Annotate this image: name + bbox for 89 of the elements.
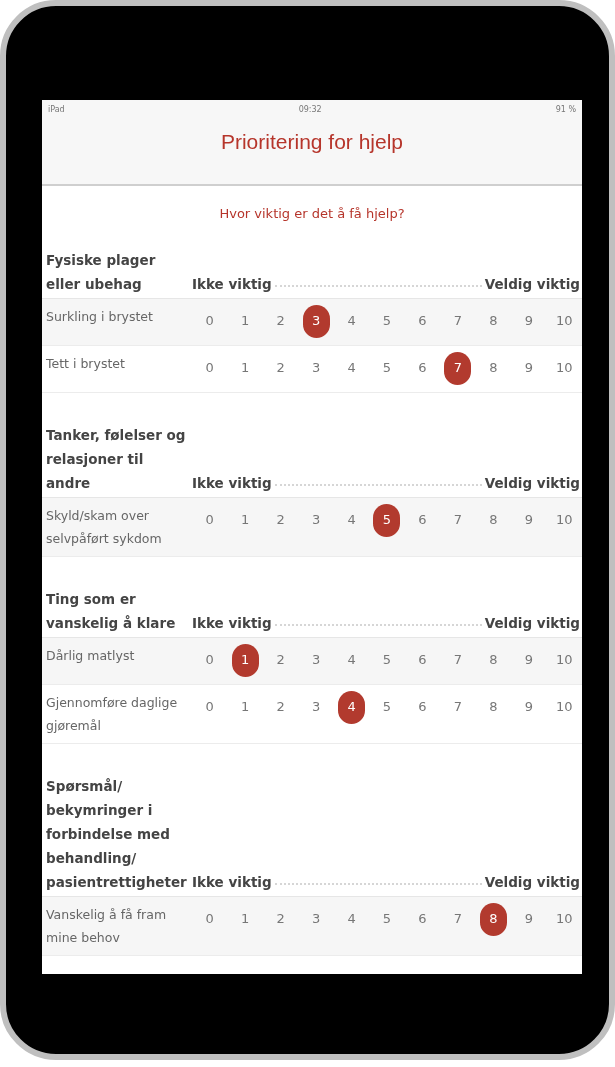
scale-low-label: Ikke viktig [192, 473, 272, 493]
rating-option[interactable]: 0 [196, 902, 224, 936]
scale-low-label: Ikke viktig [192, 872, 272, 892]
rating-option[interactable]: 10 [550, 690, 578, 724]
rating-option[interactable]: 2 [267, 690, 295, 724]
item-label: Vanskelig å få fram mine behov [45, 905, 168, 947]
scale-low-label: Ikke viktig [192, 613, 272, 633]
rating-option[interactable]: 3 [302, 503, 330, 537]
rating-option[interactable]: 5 [373, 902, 401, 936]
scale-high-label: Veldig viktig [484, 274, 580, 294]
rating-option[interactable]: 8 [479, 643, 507, 677]
rating-option[interactable]: 6 [408, 902, 436, 936]
rating-option[interactable]: 3 [302, 902, 330, 936]
rating-option[interactable]: 3 [302, 690, 330, 724]
rating-option[interactable]: 10 [550, 503, 578, 537]
rating-option[interactable]: 2 [267, 902, 295, 936]
rating-option[interactable]: 7 [444, 351, 472, 385]
rating-option[interactable]: 5 [373, 643, 401, 677]
rating-option[interactable]: 9 [515, 351, 543, 385]
rating-option[interactable]: 9 [515, 643, 543, 677]
section-heading: Fysiske plager eller ubehag [45, 250, 157, 294]
clock: 09:32 [298, 104, 322, 116]
rating-option[interactable]: 7 [444, 304, 472, 338]
rating-option[interactable]: 1 [231, 503, 259, 537]
rating-option[interactable]: 3 [302, 643, 330, 677]
scale-high-label: Veldig viktig [484, 613, 580, 633]
rating-option[interactable]: 8 [479, 690, 507, 724]
rating-option[interactable]: 5 [373, 690, 401, 724]
rating-option[interactable]: 10 [550, 304, 578, 338]
rating-option[interactable]: 4 [338, 902, 366, 936]
section-heading: Spørsmål/ bekymringer i forbindelse med behandling/ pasientrettigheter [45, 776, 188, 892]
rating-option[interactable]: 3 [302, 351, 330, 385]
rating-option[interactable]: 9 [515, 503, 543, 537]
rating-option[interactable]: 7 [444, 503, 472, 537]
rating-option[interactable]: 7 [444, 902, 472, 936]
rating-option[interactable]: 5 [373, 503, 401, 537]
item-label: Tett i brystet [45, 354, 126, 373]
rating-option[interactable]: 4 [338, 503, 366, 537]
rating-option[interactable]: 0 [196, 351, 224, 385]
rating-option[interactable]: 10 [550, 351, 578, 385]
item-label: Dårlig matlyst [45, 646, 136, 665]
rating-option[interactable]: 2 [267, 351, 295, 385]
rating-option[interactable]: 8 [479, 351, 507, 385]
rating-option[interactable]: 6 [408, 304, 436, 338]
rating-option[interactable]: 1 [231, 643, 259, 677]
item-label: Skyld/skam over selvpåført sykdom [45, 506, 163, 548]
rating-option[interactable]: 6 [408, 690, 436, 724]
rating-option[interactable]: 7 [444, 643, 472, 677]
rating-option[interactable]: 0 [196, 304, 224, 338]
section-heading: Tanker, følelser og relasjoner til andre [45, 425, 187, 493]
rating-option[interactable]: 9 [515, 690, 543, 724]
rating-option[interactable]: 2 [267, 643, 295, 677]
scale-low-label: Ikke viktig [192, 274, 272, 294]
rating-option[interactable]: 4 [338, 304, 366, 338]
rating-option[interactable]: 5 [373, 351, 401, 385]
question-text: Hvor viktig er det å få hjelp? [219, 205, 405, 223]
battery-label: 91 % [555, 104, 576, 116]
rating-option[interactable]: 9 [515, 304, 543, 338]
rating-option[interactable]: 10 [550, 902, 578, 936]
rating-option[interactable]: 5 [373, 304, 401, 338]
rating-option[interactable]: 0 [196, 643, 224, 677]
rating-option[interactable]: 0 [196, 503, 224, 537]
rating-option[interactable]: 1 [231, 902, 259, 936]
rating-option[interactable]: 6 [408, 643, 436, 677]
item-label: Gjennomføre daglige gjøremål [45, 693, 179, 735]
section-heading: Ting som er vanskelig å klare [45, 589, 177, 633]
scale-high-label: Veldig viktig [484, 473, 580, 493]
rating-option[interactable]: 4 [338, 643, 366, 677]
rating-option[interactable]: 4 [338, 690, 366, 724]
rating-option[interactable]: 1 [231, 351, 259, 385]
carrier-label: iPad [48, 104, 65, 116]
rating-option[interactable]: 8 [479, 304, 507, 338]
rating-option[interactable]: 3 [302, 304, 330, 338]
rating-option[interactable]: 0 [196, 690, 224, 724]
rating-option[interactable]: 7 [444, 690, 472, 724]
rating-option[interactable]: 2 [267, 503, 295, 537]
rating-option[interactable]: 2 [267, 304, 295, 338]
rating-option[interactable]: 6 [408, 503, 436, 537]
scale-high-label: Veldig viktig [484, 872, 580, 892]
rating-option[interactable]: 8 [479, 902, 507, 936]
rating-option[interactable]: 4 [338, 351, 366, 385]
rating-option[interactable]: 9 [515, 902, 543, 936]
rating-option[interactable]: 1 [231, 304, 259, 338]
page-title: Prioritering for hjelp [220, 129, 404, 155]
item-label: Surkling i brystet [45, 307, 154, 326]
rating-option[interactable]: 6 [408, 351, 436, 385]
rating-option[interactable]: 10 [550, 643, 578, 677]
rating-option[interactable]: 8 [479, 503, 507, 537]
rating-option[interactable]: 1 [231, 690, 259, 724]
